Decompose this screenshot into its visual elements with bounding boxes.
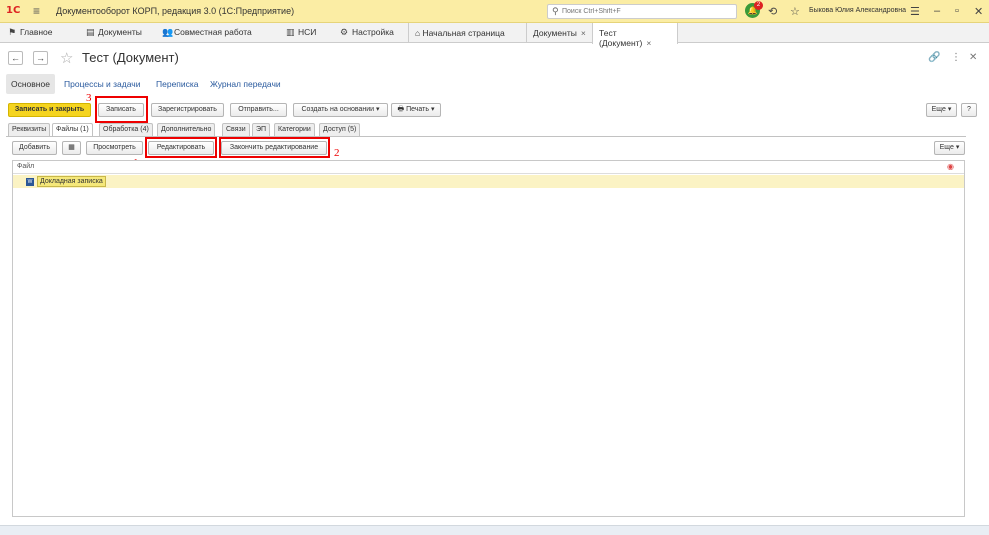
book-icon: ▥	[286, 27, 295, 37]
favorite-star-icon[interactable]: ☆	[60, 49, 73, 67]
more-label: Еще	[931, 106, 946, 113]
view-file-button[interactable]: Просмотреть	[86, 141, 143, 155]
panel-link-processes[interactable]: Процессы и задачи	[64, 79, 140, 89]
create-based-on-label: Создать на основании	[301, 106, 375, 113]
chevron-down-icon: ▾	[376, 106, 380, 113]
files-more-button[interactable]: Еще ▾	[934, 141, 965, 155]
add-file-button[interactable]: Добавить	[12, 141, 57, 155]
main-menu-icon[interactable]: ≡	[33, 4, 40, 18]
home-icon: ⌂	[415, 28, 423, 38]
chevron-down-icon: ▾	[430, 106, 435, 113]
current-user[interactable]: Быкова Юлия Александровна	[809, 7, 906, 14]
tab-requisites[interactable]: Реквизиты	[8, 123, 51, 136]
printer-icon: 🖶	[397, 106, 405, 113]
close-tab-icon[interactable]: ×	[581, 28, 586, 38]
send-button[interactable]: Отправить...	[230, 103, 287, 117]
gear-icon: ⚙	[340, 27, 349, 37]
notification-badge: 2	[754, 1, 763, 10]
section-collab-label: Совместная работа	[174, 27, 252, 37]
global-search[interactable]: ⚲	[547, 4, 737, 19]
search-icon: ⚲	[552, 6, 559, 16]
section-settings-label: Настройка	[352, 27, 394, 37]
app-title: Документооборот КОРП, редакция 3.0 (1С:П…	[56, 6, 295, 16]
tab-categories[interactable]: Категории	[274, 123, 315, 136]
chevron-down-icon: ▾	[947, 106, 952, 113]
scan-button[interactable]: ▦	[62, 141, 81, 155]
files-more-label: Еще	[939, 144, 954, 151]
highlight-finish-editing	[219, 137, 330, 158]
settings-menu-icon[interactable]: ☰	[910, 5, 920, 18]
panel-link-transfer-log[interactable]: Журнал передачи	[210, 79, 281, 89]
panel-link-main[interactable]: Основное	[6, 74, 55, 94]
table-settings-icon[interactable]: ◉	[947, 162, 954, 171]
search-input[interactable]	[562, 6, 734, 17]
section-main[interactable]: ⚑ Главное	[8, 27, 52, 38]
app-logo: 1С	[6, 5, 21, 16]
scanner-icon: ▦	[68, 144, 75, 151]
tab-documents-label: Документы	[533, 28, 577, 38]
close-tab-icon[interactable]: ×	[646, 38, 651, 48]
files-table: Файл ◉ W Докладная записка	[12, 160, 965, 517]
tab-current-label: Тест (Документ)	[599, 28, 643, 48]
word-doc-icon: W	[26, 178, 34, 186]
help-button[interactable]: ?	[961, 103, 977, 117]
create-based-on-button[interactable]: Создать на основании ▾	[293, 103, 388, 117]
more-vertical-icon[interactable]: ⋮	[951, 52, 961, 63]
flag-icon: ⚑	[8, 27, 17, 37]
section-nsi[interactable]: ▥ НСИ	[286, 27, 316, 38]
section-nsi-label: НСИ	[298, 27, 317, 37]
section-documents[interactable]: ▤ Документы	[86, 27, 142, 38]
highlight-edit	[145, 137, 217, 158]
back-button[interactable]: ←	[8, 51, 23, 65]
file-name[interactable]: Докладная записка	[37, 176, 106, 187]
section-collab[interactable]: 👥Совместная работа	[162, 27, 252, 38]
register-button[interactable]: Зарегистрировать	[151, 103, 224, 117]
panel-link-correspondence[interactable]: Переписка	[156, 79, 199, 89]
highlight-save	[95, 96, 148, 123]
link-icon[interactable]: 🔗	[928, 52, 940, 63]
status-bar	[0, 525, 989, 535]
tab-links[interactable]: Связи	[222, 123, 250, 136]
history-icon[interactable]: ⟲	[768, 5, 777, 18]
minimize-icon[interactable]: –	[934, 5, 940, 17]
tab-access[interactable]: Доступ (5)	[319, 123, 361, 136]
tab-additional[interactable]: Дополнительно	[157, 123, 216, 136]
restore-icon[interactable]: ▫	[955, 5, 959, 17]
app-titlebar: 1С ≡ Документооборот КОРП, редакция 3.0 …	[0, 0, 989, 23]
save-and-close-button[interactable]: Записать и закрыть	[8, 103, 91, 117]
close-window-icon[interactable]: ✕	[974, 5, 983, 18]
chevron-down-icon: ▾	[955, 144, 960, 151]
tab-home-label: Начальная страница	[422, 28, 505, 38]
tab-home[interactable]: ⌂ Начальная страница	[408, 23, 526, 43]
table-row[interactable]: W Докладная записка	[13, 175, 964, 188]
tab-ep[interactable]: ЭП	[252, 123, 271, 136]
tab-documents[interactable]: Документы ×	[526, 23, 592, 43]
print-button[interactable]: 🖶 Печать ▾	[391, 103, 441, 117]
close-form-icon[interactable]: ✕	[969, 52, 977, 63]
annotation-number-3: 3	[86, 92, 92, 104]
print-label: Печать	[406, 106, 430, 113]
favorites-star-icon[interactable]: ☆	[790, 5, 800, 18]
section-main-label: Главное	[20, 27, 53, 37]
forward-button[interactable]: →	[33, 51, 48, 65]
tab-processing[interactable]: Обработка (4)	[99, 123, 153, 136]
section-settings[interactable]: ⚙ Настройка	[340, 27, 394, 38]
annotation-number-2: 2	[334, 147, 340, 159]
more-button[interactable]: Еще ▾	[926, 103, 957, 117]
table-header: Файл ◉	[13, 161, 964, 174]
column-header-file[interactable]: Файл	[17, 163, 34, 170]
page-title: Тест (Документ)	[82, 50, 179, 65]
tab-current-document[interactable]: Тест (Документ) ×	[592, 23, 678, 48]
section-panel: ⚑ Главное ▤ Документы 👥Совместная работа ▥…	[0, 23, 989, 48]
section-documents-label: Документы	[98, 27, 142, 37]
users-icon: 👥	[162, 27, 174, 37]
tab-files[interactable]: Файлы (1)	[52, 123, 93, 137]
documents-icon: ▤	[86, 27, 95, 37]
